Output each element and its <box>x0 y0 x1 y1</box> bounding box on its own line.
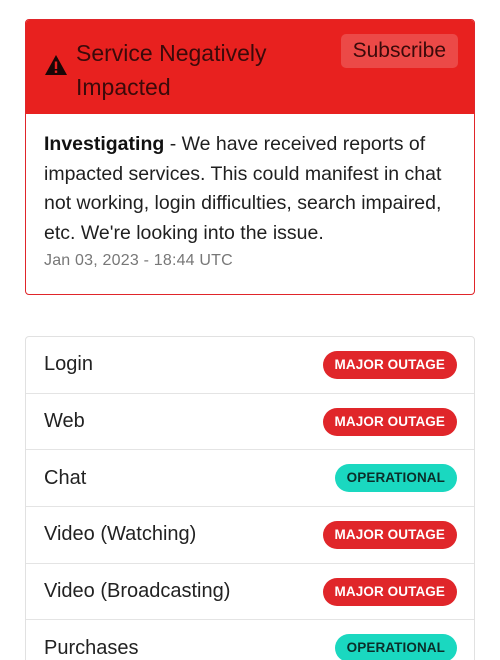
component-name: Video (Broadcasting) <box>44 580 231 603</box>
component-name: Login <box>44 353 93 376</box>
component-name: Video (Watching) <box>44 523 197 546</box>
incident-title: Service Negatively Impacted <box>76 40 267 100</box>
status-badge: MAJOR OUTAGE <box>322 407 457 436</box>
incident-header: Service Negatively Impacted Subscribe <box>26 20 474 114</box>
incident-status-label: Investigating <box>44 133 165 155</box>
component-row-video-watching: Video (Watching) MAJOR OUTAGE <box>26 507 474 564</box>
incident-body: Investigating - We have received reports… <box>26 114 474 270</box>
incident-message: Investigating - We have received reports… <box>44 130 458 248</box>
component-row-video-broadcasting: Video (Broadcasting) MAJOR OUTAGE <box>26 564 474 621</box>
warning-icon <box>45 55 67 75</box>
status-badge: OPERATIONAL <box>334 634 457 660</box>
components-list: Login MAJOR OUTAGE Web MAJOR OUTAGE Chat… <box>25 336 475 660</box>
component-name: Chat <box>44 466 87 489</box>
component-name: Purchases <box>44 636 139 659</box>
component-row-purchases: Purchases OPERATIONAL <box>26 620 474 660</box>
component-row-login: Login MAJOR OUTAGE <box>26 337 474 394</box>
incident-timestamp: Jan 03, 2023 - 18:44 UTC <box>44 252 233 269</box>
component-name: Web <box>44 410 85 433</box>
component-row-chat: Chat OPERATIONAL <box>26 450 474 508</box>
status-badge: MAJOR OUTAGE <box>322 350 457 379</box>
status-badge: MAJOR OUTAGE <box>322 520 457 549</box>
subscribe-button[interactable]: Subscribe <box>340 34 458 68</box>
status-badge: MAJOR OUTAGE <box>322 577 457 606</box>
component-row-web: Web MAJOR OUTAGE <box>26 394 474 451</box>
status-badge: OPERATIONAL <box>334 464 457 493</box>
incident-card: Service Negatively Impacted Subscribe In… <box>25 19 475 295</box>
